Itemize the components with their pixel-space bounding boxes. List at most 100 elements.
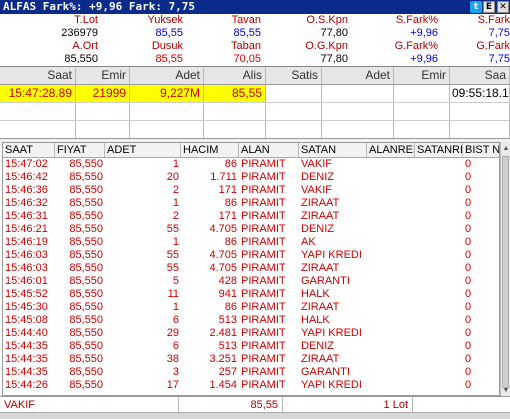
order-col-saat2[interactable]: Saa bbox=[450, 67, 510, 84]
scroll-down-icon[interactable]: ▼ bbox=[501, 386, 510, 396]
table-row[interactable]: 15:46:19 85,550 1 86 PIRAMIT AK 0 bbox=[3, 236, 499, 249]
trade-hacim: 4.705 bbox=[209, 223, 237, 235]
trade-alan: PIRAMIT bbox=[241, 249, 286, 261]
footer-divider bbox=[412, 397, 413, 413]
order-row-empty[interactable] bbox=[0, 121, 510, 139]
trade-satanref bbox=[415, 249, 463, 262]
trade-satan: VAKIF bbox=[301, 184, 332, 196]
vertical-scrollbar[interactable]: ▲ ▼ bbox=[500, 142, 510, 396]
trade-fiyat: 85,550 bbox=[69, 379, 103, 391]
trade-alanref bbox=[367, 249, 415, 262]
order-col-adet[interactable]: Adet bbox=[130, 67, 204, 84]
trade-bist: 0 bbox=[465, 210, 472, 222]
table-row[interactable]: 15:45:52 85,550 11 941 PIRAMIT HALK 0 bbox=[3, 288, 499, 301]
order-cell bbox=[266, 121, 322, 138]
close-icon[interactable]: ✕ bbox=[497, 1, 509, 13]
col-satanref[interactable]: SATANREF bbox=[415, 143, 463, 157]
trade-saat: 15:44:40 bbox=[5, 327, 48, 339]
table-row[interactable]: 15:46:42 85,550 20 1.711 PIRAMIT DENIZ 0 bbox=[3, 171, 499, 184]
trade-saat: 15:46:21 bbox=[5, 223, 48, 235]
col-alanref[interactable]: ALANREF bbox=[367, 143, 415, 157]
table-row[interactable]: 15:44:35 85,550 6 513 PIRAMIT DENIZ 0 bbox=[3, 340, 499, 353]
order-row[interactable]: 15:47:28.89 21999 9,227M 85,55 09:55:18.… bbox=[0, 85, 510, 103]
trade-satan: DENIZ bbox=[301, 223, 334, 235]
order-col-emir[interactable]: Emir bbox=[76, 67, 130, 84]
order-row-empty[interactable] bbox=[0, 103, 510, 121]
table-row[interactable]: 15:44:35 85,550 3 257 PIRAMIT GARANTI 0 bbox=[3, 366, 499, 379]
trade-alan: PIRAMIT bbox=[241, 288, 286, 300]
table-row[interactable]: 15:46:03 85,550 55 4.705 PIRAMIT YAPI KREDI 0 bbox=[3, 249, 499, 262]
trade-satanref bbox=[415, 340, 463, 353]
col-bist[interactable]: BIST N bbox=[463, 143, 499, 157]
excel-icon[interactable]: E bbox=[483, 1, 495, 13]
trade-alanref bbox=[367, 366, 415, 379]
trade-bist: 0 bbox=[465, 171, 472, 183]
col-alan[interactable]: ALAN bbox=[239, 143, 299, 157]
trade-saat: 15:46:32 bbox=[5, 197, 48, 209]
trade-adet: 6 bbox=[172, 314, 179, 326]
trade-alan: PIRAMIT bbox=[241, 184, 286, 196]
label-sfark-pct: S.Fark% bbox=[395, 14, 438, 26]
trade-saat: 15:45:52 bbox=[5, 288, 48, 300]
order-cell bbox=[204, 121, 266, 138]
order-col-adet2[interactable]: Adet bbox=[322, 67, 394, 84]
trade-alanref bbox=[367, 197, 415, 210]
trade-satanref bbox=[415, 184, 463, 197]
trade-alanref bbox=[367, 262, 415, 275]
trade-alan: PIRAMIT bbox=[241, 301, 286, 313]
trade-saat: 15:44:35 bbox=[5, 353, 48, 365]
trade-satanref bbox=[415, 262, 463, 275]
summary-row2-values: 85,550 85,55 70,05 77,80 +9,96 7,75 bbox=[0, 53, 510, 66]
trade-adet: 20 bbox=[166, 171, 179, 183]
status-footer: VAKIF 85,55 1 Lot bbox=[0, 396, 510, 413]
col-saat[interactable]: SAAT bbox=[3, 143, 55, 157]
twitter-icon[interactable]: t bbox=[470, 1, 482, 13]
trade-saat: 15:44:26 bbox=[5, 379, 48, 391]
footer-lot: 1 Lot bbox=[383, 399, 408, 411]
order-cell bbox=[322, 85, 394, 102]
col-fiyat[interactable]: FIYAT bbox=[55, 143, 105, 157]
value-gfark-pct: +9,96 bbox=[410, 53, 438, 65]
order-cell: 9,227M bbox=[130, 85, 204, 102]
trade-satan: YAPI KREDI bbox=[301, 379, 362, 391]
trade-alan: PIRAMIT bbox=[241, 327, 286, 339]
trade-fiyat: 85,550 bbox=[69, 327, 103, 339]
trade-adet: 2 bbox=[172, 184, 179, 196]
scroll-thumb[interactable] bbox=[502, 156, 509, 388]
trade-satanref bbox=[415, 379, 463, 392]
table-row[interactable]: 15:46:03 85,550 55 4.705 PIRAMIT ZIRAAT 0 bbox=[3, 262, 499, 275]
table-row[interactable]: 15:46:31 85,550 2 171 PIRAMIT ZIRAAT 0 bbox=[3, 210, 499, 223]
table-row[interactable]: 15:45:30 85,550 1 86 PIRAMIT ZIRAAT 0 bbox=[3, 301, 499, 314]
order-col-alis[interactable]: Alis bbox=[204, 67, 266, 84]
table-row[interactable]: 15:44:40 85,550 29 2.481 PIRAMIT YAPI KREDI 0 bbox=[3, 327, 499, 340]
col-adet[interactable]: ADET bbox=[105, 143, 181, 157]
footer-price: 85,55 bbox=[250, 399, 278, 411]
table-row[interactable]: 15:45:08 85,550 6 513 PIRAMIT HALK 0 bbox=[3, 314, 499, 327]
trade-satan: HALK bbox=[301, 288, 330, 300]
trade-bist: 0 bbox=[465, 340, 472, 352]
scroll-up-icon[interactable]: ▲ bbox=[501, 144, 510, 154]
trade-satanref bbox=[415, 288, 463, 301]
order-cell bbox=[266, 103, 322, 120]
order-cell bbox=[204, 103, 266, 120]
trade-adet: 55 bbox=[166, 262, 179, 274]
trade-adet: 11 bbox=[167, 288, 179, 300]
order-col-saat[interactable]: Saat bbox=[0, 67, 76, 84]
table-row[interactable]: 15:46:32 85,550 1 86 PIRAMIT ZIRAAT 0 bbox=[3, 197, 499, 210]
table-row[interactable]: 15:46:36 85,550 2 171 PIRAMIT VAKIF 0 bbox=[3, 184, 499, 197]
table-row[interactable]: 15:44:26 85,550 17 1.454 PIRAMIT YAPI KREDI 0 bbox=[3, 379, 499, 392]
order-col-emir2[interactable]: Emir bbox=[394, 67, 450, 84]
trade-fiyat: 85,550 bbox=[69, 171, 103, 183]
col-hacim[interactable]: HACIM bbox=[181, 143, 239, 157]
order-cell: 15:47:28.89 bbox=[0, 85, 76, 102]
trade-alanref bbox=[367, 314, 415, 327]
footer-broker: VAKIF bbox=[4, 399, 35, 411]
summary-row2-labels: A.Ort Dusuk Taban O.G.Kpn G.Fark% G.Fark bbox=[0, 40, 510, 53]
table-row[interactable]: 15:46:01 85,550 5 428 PIRAMIT GARANTI 0 bbox=[3, 275, 499, 288]
order-cell: 21999 bbox=[76, 85, 130, 102]
table-row[interactable]: 15:44:35 85,550 38 3.251 PIRAMIT ZIRAAT 0 bbox=[3, 353, 499, 366]
order-col-satis[interactable]: Satis bbox=[266, 67, 322, 84]
col-satan[interactable]: SATAN bbox=[299, 143, 367, 157]
table-row[interactable]: 15:47:02 85,550 1 86 PIRAMIT VAKIF 0 bbox=[3, 158, 499, 171]
table-row[interactable]: 15:46:21 85,550 55 4.705 PIRAMIT DENIZ 0 bbox=[3, 223, 499, 236]
